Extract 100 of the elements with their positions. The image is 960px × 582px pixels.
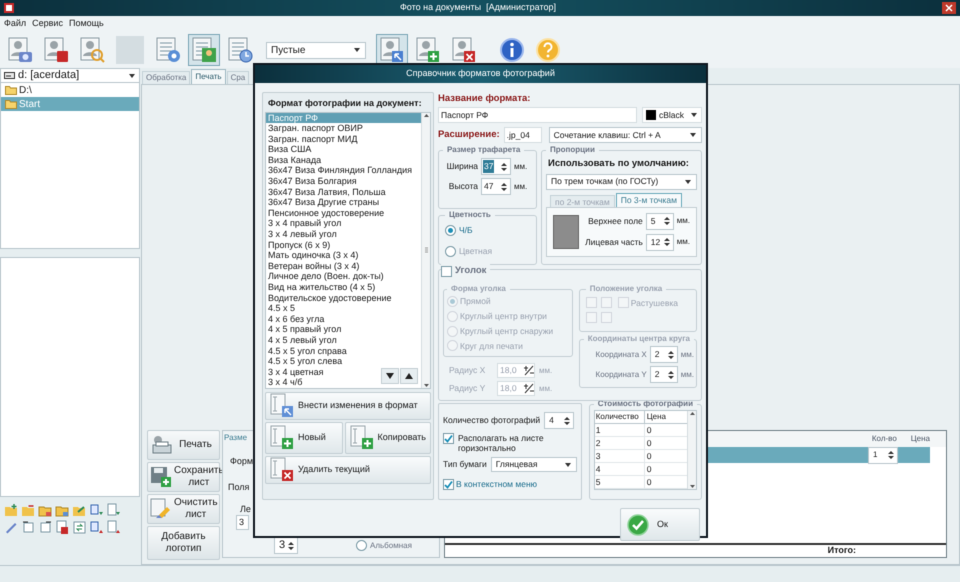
spin-field[interactable]: 4 (544, 412, 574, 430)
list-item[interactable]: Виза Канада (266, 154, 421, 166)
table-cell-text: 0 (646, 437, 652, 450)
action-button[interactable]: Копировать (344, 422, 431, 454)
list-item[interactable]: 4.5 х 5 угол справа (266, 346, 421, 356)
list-item[interactable]: Ветеран войны (3 х 4) (266, 260, 421, 272)
action-button[interactable]: Сохранить лист (147, 462, 220, 492)
tab[interactable]: Печать (191, 69, 226, 84)
spin-field[interactable]: 12 (646, 234, 674, 250)
checkbox[interactable] (441, 266, 452, 277)
action-button[interactable]: Удалить текущий (265, 456, 431, 484)
field-label: Координата Y (596, 368, 647, 381)
spin-field[interactable]: 2 (650, 346, 678, 364)
checkbox[interactable] (443, 433, 454, 444)
text-field[interactable]: Паспорт РФ (438, 107, 637, 124)
tab[interactable]: Разме (224, 432, 248, 443)
list-item[interactable]: 36х47 Виза Болгария (266, 176, 421, 187)
action-button[interactable]: Очистить лист (147, 494, 220, 524)
list-item[interactable]: 4 х 6 без угла (266, 314, 421, 324)
list-item[interactable]: Пропуск (6 х 9) (266, 240, 421, 250)
list-item[interactable]: 3 х 4 цветная (266, 366, 421, 378)
group-title: Форма уголка (450, 284, 507, 294)
list-item[interactable]: Загран. паспорт МИД (266, 134, 421, 144)
radio-button[interactable] (445, 225, 456, 236)
spin-field[interactable]: 47 (481, 178, 511, 196)
increment-icon (523, 383, 534, 394)
menu-item[interactable]: Помощь (68, 17, 104, 31)
app-icon (4, 3, 14, 13)
spin-field[interactable]: 37 (481, 158, 511, 176)
spinner-arrows-icon (662, 216, 671, 226)
tab[interactable]: По 3-м точкам (616, 192, 682, 206)
list-item[interactable]: Водительское удостоверение (266, 292, 421, 304)
checkbox[interactable] (586, 312, 597, 324)
list-item[interactable]: Пенсионное удостоверение (266, 208, 421, 218)
list-item[interactable]: 36х47 Виза Финляндия Голландия (266, 165, 421, 176)
spin-field[interactable]: 2 (650, 366, 678, 384)
document-up-icon (106, 520, 120, 534)
text-field[interactable]: .jp_04 (504, 127, 542, 144)
drive-icon (4, 72, 15, 79)
hotkey-select[interactable]: Сочетание клавиш: Ctrl + A (548, 127, 702, 144)
tab[interactable]: Сра (226, 71, 250, 84)
spin-field[interactable]: 1 (868, 446, 898, 464)
default-method-select[interactable]: По трем точкам (по ГОСТу) (546, 174, 697, 190)
close-button[interactable] (942, 2, 956, 14)
tab[interactable]: Обработка (142, 71, 190, 84)
info-icon (498, 36, 526, 64)
list-item[interactable]: 4 х 5 левый угол (266, 334, 421, 346)
drive-select[interactable]: d: [acerdata] (0, 68, 140, 83)
menu-item[interactable]: Сервис (32, 17, 63, 31)
scrollbar[interactable] (687, 411, 696, 490)
scrollbar[interactable] (421, 112, 430, 388)
menu-item[interactable]: Файл (4, 17, 26, 31)
spin-field[interactable]: 5 (646, 212, 674, 230)
action-button[interactable]: Добавить логотип (147, 526, 220, 560)
list-item[interactable]: Мать одиночка (3 х 4) (266, 250, 421, 261)
checkbox[interactable] (618, 297, 629, 308)
spin-field[interactable]: 3 (274, 537, 298, 554)
tree-item[interactable]: D:\ (1, 83, 139, 97)
action-button[interactable]: Внести изменения в формат (265, 392, 431, 420)
radio-button[interactable] (447, 310, 458, 322)
ok-button[interactable]: Ок (620, 508, 700, 542)
list-item[interactable]: 36х47 Виза Латвия, Польша (266, 186, 421, 198)
checkbox[interactable] (586, 297, 597, 308)
list-item[interactable]: Загран. паспорт ОВИР (266, 123, 421, 134)
list-item[interactable]: 3 х 4 левый угол (266, 229, 421, 240)
list-item[interactable]: 4.5 х 5 (266, 303, 421, 314)
toolbar-button[interactable] (376, 34, 408, 66)
list-item[interactable]: 36х47 Виза Другие страны (266, 197, 421, 208)
radio-button[interactable] (356, 540, 367, 551)
list-item[interactable]: Личное дело (Воен. док-ты) (266, 271, 421, 282)
color-select[interactable]: cBlack (642, 107, 702, 124)
radio-button[interactable] (445, 246, 456, 257)
list-item[interactable]: 3 х 4 правый угол (266, 218, 421, 230)
paper-type-select[interactable]: Глянцевая (490, 457, 577, 472)
table-cell-text: 0 (646, 463, 652, 476)
move-up-button[interactable] (400, 368, 418, 384)
field-label: Поля (228, 481, 250, 493)
checkbox[interactable] (600, 297, 612, 308)
list-item[interactable]: Вид на жительство (4 х 5) (266, 282, 421, 293)
close-icon (944, 4, 953, 12)
list-item[interactable]: Виза США (266, 144, 421, 155)
action-button[interactable]: Печать (147, 430, 220, 460)
list-item[interactable]: 4.5 х 5 угол слева (266, 356, 421, 367)
radio-button[interactable] (447, 296, 458, 308)
radio-button[interactable] (447, 326, 458, 337)
action-button[interactable]: Новый (265, 422, 343, 454)
radio-button[interactable] (447, 340, 458, 352)
caret-icon (684, 178, 692, 186)
filter-select[interactable]: Пустые (266, 42, 366, 58)
frame-add-icon (270, 424, 294, 450)
color-swatch-icon (646, 110, 656, 120)
checkbox[interactable] (443, 479, 454, 490)
list-item[interactable]: 4 х 5 правый угол (266, 324, 421, 335)
checkbox[interactable] (600, 312, 612, 324)
text-field[interactable]: 3 (236, 515, 249, 530)
move-down-button[interactable] (381, 368, 399, 384)
refresh-icon (72, 520, 86, 534)
folder-icon (5, 85, 17, 95)
list-item[interactable]: 3 х 4 ч/б (266, 377, 421, 388)
column-header: Кол-во (872, 433, 897, 445)
